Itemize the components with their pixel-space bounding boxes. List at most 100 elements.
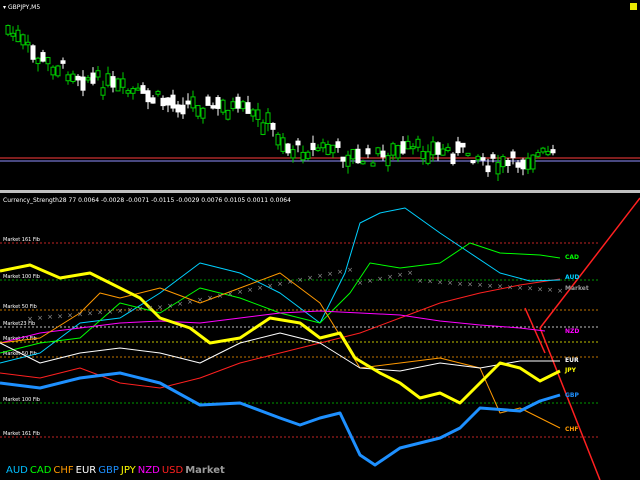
candle-body [305,151,311,159]
candle-body [385,155,391,167]
candle-body [345,154,351,167]
symbol-title: ▾ GBPJPY,M5 [3,4,40,11]
market-marker: × [477,281,483,289]
legend-item: USD [161,465,184,476]
market-marker: × [127,306,133,314]
candle-body [420,150,426,160]
candle-body [360,161,366,165]
candle-body [70,73,76,82]
market-marker: × [447,279,453,287]
candle-body [75,75,81,81]
candle-body [230,101,236,110]
currency-legend: AUD CAD CHF EUR GBP JPY NZD USD Market [6,465,227,476]
market-marker: × [147,304,153,312]
market-marker: × [157,303,163,311]
candle-body [515,162,521,168]
market-marker: × [247,286,253,294]
market-marker: × [367,277,373,285]
market-marker: × [417,277,423,285]
market-marker: × [377,275,383,283]
candle-body [480,157,486,161]
candle-body [525,157,531,170]
candle-body [295,140,301,146]
candle-body [235,96,241,109]
candle-body [460,142,466,148]
candle-body [25,41,31,46]
candle-body [285,143,291,154]
symbol-title-text: GBPJPY,M5 [7,4,41,11]
market-marker: × [167,302,173,310]
candle-body [350,148,356,160]
candle-body [390,143,396,156]
candle-body [475,155,481,161]
market-marker: × [227,290,233,298]
candle-body [180,104,186,115]
candle-body [55,65,61,77]
market-marker: × [107,308,113,316]
fib-level-label: Market 100 Fib [3,397,40,403]
candle-body [130,88,136,94]
candle-body [335,141,341,148]
candle-body [155,90,161,95]
legend-item: CHF [53,465,74,476]
legend-item: AUD [6,465,28,476]
legend-item: NZD [137,465,160,476]
candle-body [260,122,266,135]
market-marker: × [257,284,263,292]
candle-body [220,99,226,113]
market-marker: × [47,313,53,321]
candle-body [45,57,51,65]
candle-body [550,149,556,154]
candle-body [15,29,21,43]
market-marker: × [327,270,333,278]
indicator-pane[interactable]: Market 161 Fib Market 100 Fib Market 50 Fi… [0,193,640,480]
candle-body [110,76,116,88]
candle-body [135,87,141,91]
candle-body [160,97,166,107]
candle-body [415,138,421,148]
candle-body [540,147,546,153]
candlestick-chart [0,24,640,182]
price-chart-pane[interactable]: ▾ GBPJPY,M5 [0,0,640,190]
candle-body [195,105,201,117]
legend-item: EUR [75,465,97,476]
currency-label: JPY [564,367,577,374]
market-marker: × [297,276,303,284]
candle-body [65,74,71,82]
candle-body [60,60,66,64]
market-marker: × [557,287,563,295]
candle-body [85,77,91,81]
market-marker: × [407,269,413,277]
market-marker: × [197,296,203,304]
market-marker: × [537,285,543,293]
candle-body [380,150,386,158]
usd-trend-line [539,197,640,329]
candle-body [340,156,346,162]
candle-body [545,150,551,156]
candle-body [30,45,36,60]
candle-body [310,142,316,151]
market-marker: × [187,298,193,306]
candle-body [265,112,271,124]
usd-trend-line [539,327,601,480]
market-marker: × [347,266,353,274]
market-marker: × [387,273,393,281]
legend-item: GBP [98,465,119,476]
market-marker: × [57,312,63,320]
candle-body [440,148,446,156]
candle-body [500,156,506,168]
currency-label: GBP [565,392,579,399]
chf-strength-line [0,272,561,429]
candle-body [485,165,491,173]
currency-strength-chart: Market 161 Fib Market 100 Fib Market 50 Fi… [0,197,640,480]
auto-scroll-marker-icon[interactable] [630,3,637,10]
fib-level-label: Market 161 Fib [3,431,40,437]
currency-label: CHF [565,426,579,433]
indicator-title: Currency_Strength28 77 0.0064 -0.0028 -0… [3,197,291,204]
candle-body [465,152,471,156]
dropdown-arrow-icon[interactable]: ▾ [3,4,6,11]
market-marker: × [357,279,363,287]
market-marker: × [437,278,443,286]
candle-body [20,34,26,46]
candle-body [395,145,401,159]
